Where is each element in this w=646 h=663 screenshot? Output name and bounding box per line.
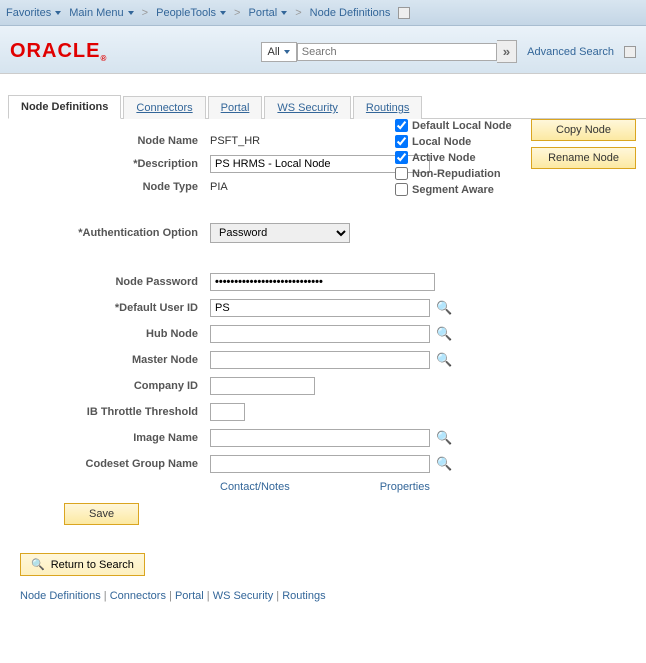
lookup-icon[interactable]: 🔍	[436, 352, 452, 368]
advanced-search-link[interactable]: Advanced Search	[527, 46, 614, 58]
node-password-label: Node Password	[10, 276, 210, 288]
crumb-node-defs[interactable]: Node Definitions	[310, 7, 391, 19]
lookup-icon[interactable]: 🔍	[436, 326, 452, 342]
auth-option-select[interactable]: Password	[210, 223, 350, 243]
company-id-label: Company ID	[10, 380, 210, 392]
auth-option-label: *Authentication Option	[10, 227, 210, 239]
link-connectors[interactable]: Connectors	[110, 590, 166, 602]
link-ws-security[interactable]: WS Security	[213, 590, 274, 602]
search-scope-dropdown[interactable]: All	[261, 42, 297, 62]
throttle-label: IB Throttle Threshold	[10, 406, 210, 418]
chk-segment-aware[interactable]: Segment Aware	[395, 183, 512, 196]
description-label: *Description	[10, 158, 210, 170]
lookup-icon[interactable]: 🔍	[436, 456, 452, 472]
node-name-label: Node Name	[10, 135, 210, 147]
favorites-menu[interactable]: Favorites	[6, 7, 61, 19]
chevron-down-icon	[128, 11, 134, 15]
breadcrumb-sep: >	[234, 7, 240, 19]
lookup-icon[interactable]: 🔍	[436, 300, 452, 316]
tab-connectors[interactable]: Connectors	[123, 96, 205, 119]
default-user-input[interactable]	[210, 299, 430, 317]
chk-local-node[interactable]: Local Node	[395, 135, 512, 148]
return-to-search-button[interactable]: 🔍 Return to Search	[20, 553, 145, 576]
crumb-peopletools[interactable]: PeopleTools	[156, 7, 226, 19]
page-icon[interactable]	[398, 7, 410, 19]
properties-link[interactable]: Properties	[380, 481, 430, 493]
tab-node-definitions[interactable]: Node Definitions	[8, 95, 121, 119]
breadcrumb: Favorites Main Menu > PeopleTools > Port…	[0, 0, 646, 26]
default-user-label: *Default User ID	[10, 302, 210, 314]
link-routings[interactable]: Routings	[282, 590, 325, 602]
breadcrumb-sep: >	[142, 7, 148, 19]
main-menu[interactable]: Main Menu	[69, 7, 133, 19]
master-node-label: Master Node	[10, 354, 210, 366]
bottom-links: Node Definitions | Connectors | Portal |…	[20, 590, 636, 602]
header: ORACLE® All » Advanced Search	[0, 26, 646, 74]
rename-node-button[interactable]: Rename Node	[531, 147, 636, 169]
chevron-down-icon	[284, 50, 290, 54]
hub-node-label: Hub Node	[10, 328, 210, 340]
image-name-input[interactable]	[210, 429, 430, 447]
checkbox-column: Default Local Node Local Node Active Nod…	[395, 119, 512, 196]
lookup-icon[interactable]: 🔍	[436, 430, 452, 446]
image-name-label: Image Name	[10, 432, 210, 444]
link-portal[interactable]: Portal	[175, 590, 204, 602]
chevron-down-icon	[55, 11, 61, 15]
node-type-label: Node Type	[10, 181, 210, 193]
search-button[interactable]: »	[497, 40, 517, 63]
search-area: All » Advanced Search	[261, 40, 637, 63]
oracle-logo: ORACLE®	[10, 40, 107, 63]
side-buttons: Copy Node Rename Node	[531, 119, 636, 169]
tab-strip: Node Definitions Connectors Portal WS Se…	[8, 94, 646, 119]
chk-active-node[interactable]: Active Node	[395, 151, 512, 164]
form-area: Copy Node Rename Node Default Local Node…	[0, 119, 646, 618]
codeset-input[interactable]	[210, 455, 430, 473]
save-button[interactable]: Save	[64, 503, 139, 525]
tab-ws-security[interactable]: WS Security	[264, 96, 351, 119]
company-id-input[interactable]	[210, 377, 315, 395]
crumb-portal[interactable]: Portal	[248, 7, 287, 19]
master-node-input[interactable]	[210, 351, 430, 369]
chk-non-repudiation[interactable]: Non-Repudiation	[395, 167, 512, 180]
breadcrumb-sep: >	[295, 7, 301, 19]
search-input[interactable]	[297, 43, 497, 61]
search-icon: 🔍	[31, 558, 45, 571]
sub-links: Contact/Notes Properties	[220, 481, 636, 493]
search-options-icon[interactable]	[624, 46, 636, 58]
link-node-definitions[interactable]: Node Definitions	[20, 590, 101, 602]
node-password-input[interactable]	[210, 273, 435, 291]
tab-portal[interactable]: Portal	[208, 96, 263, 119]
throttle-input[interactable]	[210, 403, 245, 421]
contact-notes-link[interactable]: Contact/Notes	[220, 481, 290, 493]
chk-default-local[interactable]: Default Local Node	[395, 119, 512, 132]
copy-node-button[interactable]: Copy Node	[531, 119, 636, 141]
hub-node-input[interactable]	[210, 325, 430, 343]
tab-routings[interactable]: Routings	[353, 96, 422, 119]
chevron-down-icon	[220, 11, 226, 15]
codeset-label: Codeset Group Name	[10, 458, 210, 470]
chevron-down-icon	[281, 11, 287, 15]
